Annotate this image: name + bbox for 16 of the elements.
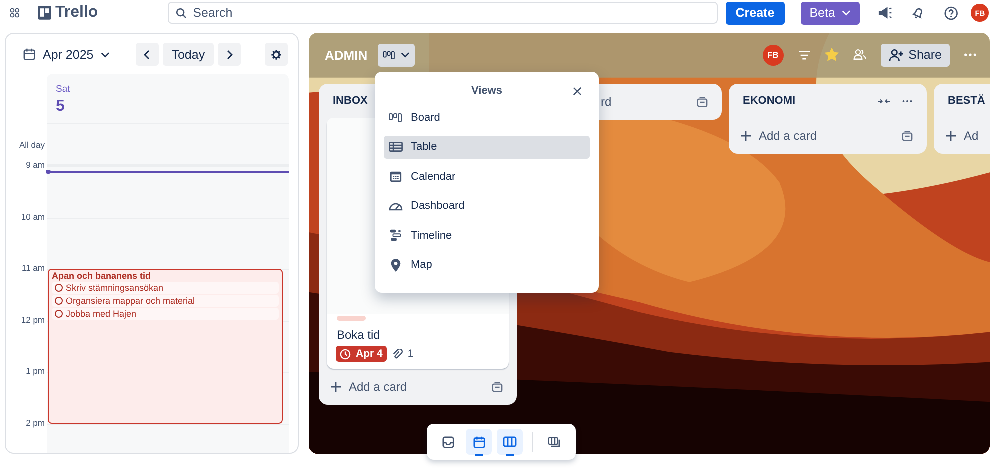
event-title: Apan och bananens tid	[52, 271, 152, 281]
attachment-count: 1	[408, 348, 414, 360]
weekday-label: Sat	[56, 84, 72, 95]
all-day-label: All day	[19, 140, 46, 150]
menu-title: Views	[472, 85, 502, 97]
hour-label: 10 am	[21, 212, 46, 222]
hour-label: 9 am	[26, 160, 46, 170]
date-number: 5	[56, 98, 66, 116]
card-title: Boka tid	[337, 328, 382, 342]
hour-label: 11 am	[22, 263, 46, 273]
hour-label: 12 pm	[21, 314, 46, 324]
task-text: Organsiera mappar och material	[66, 296, 196, 306]
task-text: Skriv stämningsansökan	[66, 283, 164, 293]
hour-label: 1 pm	[26, 366, 46, 376]
task-text: Jobba med Hajen	[66, 309, 137, 319]
hour-label: 2 pm	[26, 418, 46, 428]
